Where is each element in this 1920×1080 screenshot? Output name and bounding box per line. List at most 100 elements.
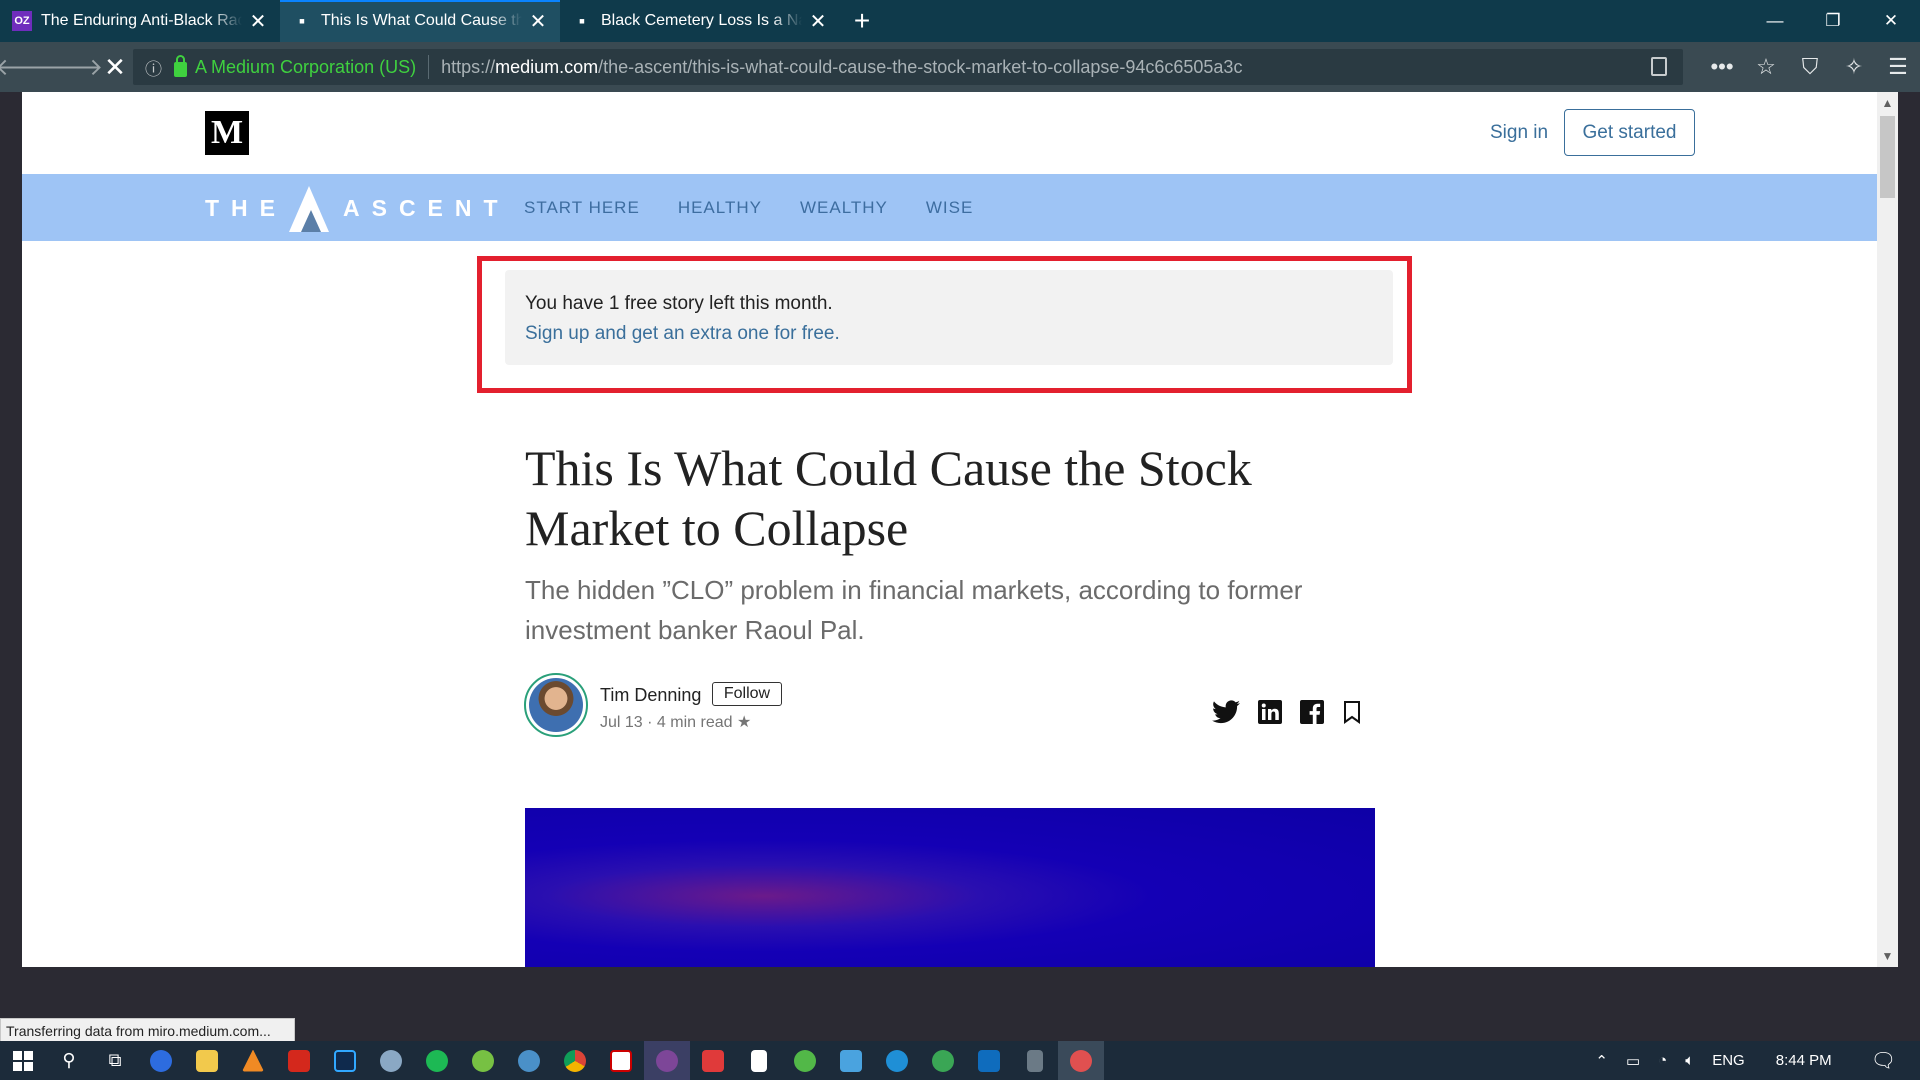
uploader-icon[interactable] — [920, 1041, 966, 1080]
search-icon[interactable]: ⚲ — [46, 1041, 92, 1080]
tab-title: The Enduring Anti-Black Racism of — [41, 12, 242, 29]
acrobat-icon[interactable] — [276, 1041, 322, 1080]
app-icon-red[interactable] — [690, 1041, 736, 1080]
tab-bar: OZ The Enduring Anti-Black Racism of ✕ ▪… — [0, 0, 1920, 42]
wifi-icon[interactable]: ◔ — [1658, 1052, 1667, 1069]
notifications-icon[interactable]: 🗨︎ — [1871, 1048, 1896, 1073]
nav-healthy[interactable]: HEALTHY — [678, 198, 762, 218]
the-ascent-logo[interactable]: THE ASCENT — [205, 184, 510, 232]
url-separator — [428, 55, 430, 79]
photoshop-icon[interactable] — [322, 1041, 368, 1080]
oz-favicon-icon: OZ — [12, 11, 32, 31]
stop-button[interactable]: ✕ — [98, 50, 132, 84]
url-path: /the-ascent/this-is-what-could-cause-the… — [598, 56, 1243, 77]
tab-title: Black Cemetery Loss Is a National — [601, 12, 802, 29]
language-indicator[interactable]: ENG — [1712, 1052, 1745, 1069]
hero-image — [525, 808, 1375, 967]
scroll-thumb[interactable] — [1880, 116, 1895, 198]
sign-in-link[interactable]: Sign in — [1490, 122, 1548, 144]
battery-icon[interactable]: ▭ — [1626, 1052, 1640, 1070]
author-avatar[interactable] — [524, 673, 588, 737]
windows-start-icon[interactable] — [0, 1041, 46, 1080]
article-meta: Jul 13 · 4 min read ★ — [600, 714, 752, 731]
close-tab-icon[interactable]: ✕ — [528, 9, 548, 34]
shield-icon[interactable]: ⛉ — [1788, 42, 1832, 92]
site-identity[interactable]: A Medium Corporation (US) — [195, 57, 416, 78]
new-tab-button[interactable]: + — [840, 0, 884, 42]
restore-button[interactable]: ❐ — [1804, 0, 1862, 42]
menu-icon[interactable]: ☰ — [1876, 42, 1920, 92]
toolbar-icons: ••• ☆ ⛉ ✧ ☰ — [1700, 42, 1920, 92]
url-bar[interactable]: ⓘ A Medium Corporation (US) https://medi… — [133, 49, 1683, 85]
magnifier-app-icon[interactable] — [506, 1041, 552, 1080]
bookmark-star-icon[interactable]: ☆ — [1744, 42, 1788, 92]
article-title: This Is What Could Cause the Stock Marke… — [525, 440, 1252, 556]
clock[interactable]: 8:44 PM — [1776, 1052, 1832, 1069]
medium-logo[interactable]: M — [205, 111, 249, 155]
logo-text-the: THE — [205, 194, 287, 221]
loading-favicon-icon: ▪ — [578, 10, 586, 31]
loading-favicon-icon: ▪ — [298, 10, 306, 31]
page-actions-icon[interactable]: ••• — [1700, 42, 1744, 92]
web-page: M Sign in Get started THE ASCENT START H… — [22, 92, 1897, 967]
bookmark-icon[interactable] — [1342, 700, 1362, 729]
lock-icon[interactable] — [174, 54, 187, 77]
extension-icon[interactable]: ✧ — [1832, 42, 1876, 92]
author-name[interactable]: Tim Denning — [600, 685, 701, 706]
file-explorer-icon[interactable] — [184, 1041, 230, 1080]
access-app-icon[interactable] — [598, 1041, 644, 1080]
scroll-down-icon[interactable]: ▼ — [1877, 949, 1898, 963]
close-tab-icon[interactable]: ✕ — [808, 9, 828, 34]
vlc-icon[interactable] — [230, 1041, 276, 1080]
outlook-icon[interactable] — [966, 1041, 1012, 1080]
status-bar: Transferring data from miro.medium.com..… — [0, 1018, 295, 1043]
forward-button[interactable]: 🡒 — [39, 50, 103, 84]
navigation-bar: 🡐 🡒 ✕ ⓘ A Medium Corporation (US) https:… — [0, 42, 1920, 92]
signup-link[interactable]: Sign up and get an extra one for free. — [525, 323, 1373, 345]
qlik-icon[interactable] — [782, 1041, 828, 1080]
tor-icon[interactable] — [644, 1041, 690, 1080]
tab-title: This Is What Could Cause the Stock — [321, 12, 522, 29]
nav-start-here[interactable]: START HERE — [524, 198, 640, 218]
tab-stock-market[interactable]: ▪ This Is What Could Cause the Stock ✕ — [280, 0, 560, 42]
reader-view-icon[interactable] — [1651, 57, 1667, 76]
edge-icon[interactable] — [874, 1041, 920, 1080]
minimize-button[interactable]: — — [1746, 0, 1804, 42]
page-scrollbar[interactable]: ▲ ▼ — [1877, 92, 1898, 967]
url-text[interactable]: https://medium.com/the-ascent/this-is-wh… — [441, 57, 1242, 78]
scroll-up-icon[interactable]: ▲ — [1877, 96, 1898, 110]
follow-button[interactable]: Follow — [712, 682, 782, 706]
chrome-icon[interactable] — [552, 1041, 598, 1080]
twitter-icon[interactable] — [1212, 700, 1240, 729]
notice-text: You have 1 free story left this month. — [525, 293, 833, 314]
tab-anti-black-racism[interactable]: OZ The Enduring Anti-Black Racism of ✕ — [0, 0, 280, 42]
close-window-button[interactable]: ✕ — [1862, 0, 1920, 42]
calculator-icon[interactable] — [1012, 1041, 1058, 1080]
gallery-icon[interactable] — [828, 1041, 874, 1080]
linkedin-icon[interactable] — [1258, 700, 1282, 729]
nav-wise[interactable]: WISE — [926, 198, 973, 218]
logo-text-ascent: ASCENT — [343, 194, 510, 221]
facebook-icon[interactable] — [1300, 700, 1324, 729]
document-icon[interactable] — [736, 1041, 782, 1080]
spotify-icon[interactable] — [414, 1041, 460, 1080]
task-view-icon[interactable]: ⧉ — [92, 1041, 138, 1080]
volume-icon[interactable]: 🔈︎ — [1685, 1052, 1694, 1069]
mountain-icon — [287, 184, 331, 232]
browser-app-icon[interactable] — [138, 1041, 184, 1080]
nav-wealthy[interactable]: WEALTHY — [800, 198, 888, 218]
get-started-button[interactable]: Get started — [1564, 109, 1695, 156]
snipping-tool-icon[interactable] — [1058, 1041, 1104, 1080]
tab-black-cemetery[interactable]: ▪ Black Cemetery Loss Is a National ✕ — [560, 0, 840, 42]
info-icon[interactable]: ⓘ — [145, 55, 162, 80]
article-subtitle: The hidden ”CLO” problem in financial ma… — [525, 575, 1303, 645]
torrent-icon[interactable] — [460, 1041, 506, 1080]
windows-taskbar: ⚲ ⧉ ⌃ ▭ ◔ 🔈︎ ENG 8:44 PM 🗨︎ — [0, 1041, 1920, 1080]
show-hidden-icons[interactable]: ⌃ — [1595, 1052, 1608, 1070]
free-story-notice: You have 1 free story left this month. S… — [505, 270, 1393, 365]
close-tab-icon[interactable]: ✕ — [248, 9, 268, 34]
system-tray: ⌃ ▭ ◔ 🔈︎ ENG 8:44 PM 🗨︎ — [1586, 1041, 1920, 1080]
share-icons — [1212, 700, 1380, 729]
app-icon-bird[interactable] — [368, 1041, 414, 1080]
url-prefix: https:// — [441, 56, 496, 77]
